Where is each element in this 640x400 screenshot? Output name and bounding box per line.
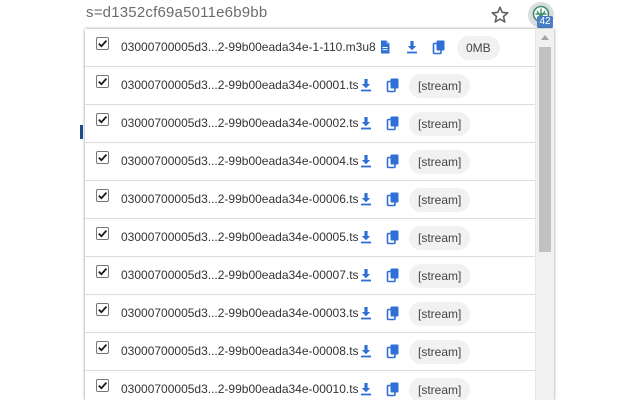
page-background-left (0, 30, 84, 400)
item-filename: 03000700005d3...2-99b00eada34e-00001.ts (121, 78, 359, 92)
download-icon[interactable] (358, 381, 374, 397)
copy-icon[interactable] (385, 305, 401, 321)
copy-icon[interactable] (385, 267, 401, 283)
checkmark-icon (98, 268, 108, 276)
copy-icon[interactable] (385, 343, 401, 359)
copy-icon[interactable] (385, 229, 401, 245)
item-size-badge: [stream] (409, 150, 471, 174)
item-size-badge: [stream] (409, 302, 471, 326)
download-icon[interactable] (358, 115, 374, 131)
address-bar-url[interactable]: s=d1352cf69a5011e6b9bb (86, 4, 267, 21)
item-checkbox[interactable] (96, 227, 109, 240)
copy-icon[interactable] (385, 191, 401, 207)
item-size-badge: [stream] (409, 112, 471, 136)
checkmark-icon (98, 230, 108, 238)
copy-icon[interactable] (385, 77, 401, 93)
item-checkbox[interactable] (96, 379, 109, 392)
item-filename: 03000700005d3...2-99b00eada34e-00008.ts (121, 344, 359, 358)
item-filename: 03000700005d3...2-99b00eada34e-00007.ts (121, 268, 359, 282)
copy-icon[interactable] (385, 381, 401, 397)
download-icon[interactable] (358, 77, 374, 93)
checkmark-icon (98, 382, 108, 390)
item-checkbox[interactable] (96, 341, 109, 354)
item-size-badge: [stream] (409, 378, 471, 400)
item-size-badge: [stream] (409, 226, 471, 250)
media-item-row: 03000700005d3...2-99b00eada34e-00005.ts [… (85, 219, 535, 257)
item-filename: 03000700005d3...2-99b00eada34e-00003.ts (121, 306, 359, 320)
media-item-row: 03000700005d3...2-99b00eada34e-1-110.m3u… (85, 29, 535, 67)
copy-icon[interactable] (431, 39, 447, 55)
page-background-right (554, 30, 640, 400)
star-icon[interactable] (490, 5, 510, 25)
download-icon[interactable] (358, 305, 374, 321)
media-item-row: 03000700005d3...2-99b00eada34e-00008.ts [… (85, 333, 535, 371)
item-filename: 03000700005d3...2-99b00eada34e-00006.ts (121, 192, 359, 206)
media-item-row: 03000700005d3...2-99b00eada34e-00002.ts [… (85, 105, 535, 143)
download-icon[interactable] (358, 267, 374, 283)
media-item-row: 03000700005d3...2-99b00eada34e-00004.ts [… (85, 143, 535, 181)
item-checkbox[interactable] (96, 75, 109, 88)
item-size-badge: [stream] (409, 264, 471, 288)
item-filename: 03000700005d3...2-99b00eada34e-00005.ts (121, 230, 359, 244)
item-filename: 03000700005d3...2-99b00eada34e-1-110.m3u… (121, 40, 376, 54)
item-checkbox[interactable] (96, 151, 109, 164)
item-filename: 03000700005d3...2-99b00eada34e-00010.ts (121, 382, 359, 396)
media-file-list: 03000700005d3...2-99b00eada34e-1-110.m3u… (85, 29, 535, 400)
checkmark-icon (98, 154, 108, 162)
item-checkbox[interactable] (96, 265, 109, 278)
item-size-badge: 0MB (457, 36, 500, 60)
item-size-badge: [stream] (409, 340, 471, 364)
browser-toolbar: s=d1352cf69a5011e6b9bb 42 (0, 0, 640, 30)
media-item-row: 03000700005d3...2-99b00eada34e-00007.ts [… (85, 257, 535, 295)
item-checkbox[interactable] (96, 303, 109, 316)
download-icon[interactable] (404, 39, 420, 55)
item-filename: 03000700005d3...2-99b00eada34e-00004.ts (121, 154, 359, 168)
page-background-fragment (80, 125, 83, 139)
scroll-up-arrow-icon[interactable] (541, 35, 549, 40)
media-item-row: 03000700005d3...2-99b00eada34e-00001.ts [… (85, 67, 535, 105)
file-icon[interactable] (377, 39, 393, 55)
copy-icon[interactable] (385, 115, 401, 131)
item-size-badge: [stream] (409, 188, 471, 212)
checkmark-icon (98, 192, 108, 200)
item-checkbox[interactable] (96, 189, 109, 202)
popup-scrollbar[interactable] (535, 29, 554, 400)
scrollbar-thumb[interactable] (539, 47, 551, 252)
download-icon[interactable] (358, 229, 374, 245)
item-size-badge: [stream] (409, 74, 471, 98)
download-icon[interactable] (358, 153, 374, 169)
item-filename: 03000700005d3...2-99b00eada34e-00002.ts (121, 116, 359, 130)
item-checkbox[interactable] (96, 113, 109, 126)
extension-badge-count: 42 (537, 16, 553, 28)
extension-popup: 03000700005d3...2-99b00eada34e-1-110.m3u… (85, 29, 554, 400)
media-item-row: 03000700005d3...2-99b00eada34e-00003.ts [… (85, 295, 535, 333)
download-icon[interactable] (358, 191, 374, 207)
download-icon[interactable] (358, 343, 374, 359)
item-checkbox[interactable] (96, 37, 109, 50)
media-item-row: 03000700005d3...2-99b00eada34e-00010.ts [… (85, 371, 535, 400)
checkmark-icon (98, 306, 108, 314)
media-item-row: 03000700005d3...2-99b00eada34e-00006.ts [… (85, 181, 535, 219)
checkmark-icon (98, 344, 108, 352)
checkmark-icon (98, 40, 108, 48)
copy-icon[interactable] (385, 153, 401, 169)
checkmark-icon (98, 116, 108, 124)
checkmark-icon (98, 78, 108, 86)
